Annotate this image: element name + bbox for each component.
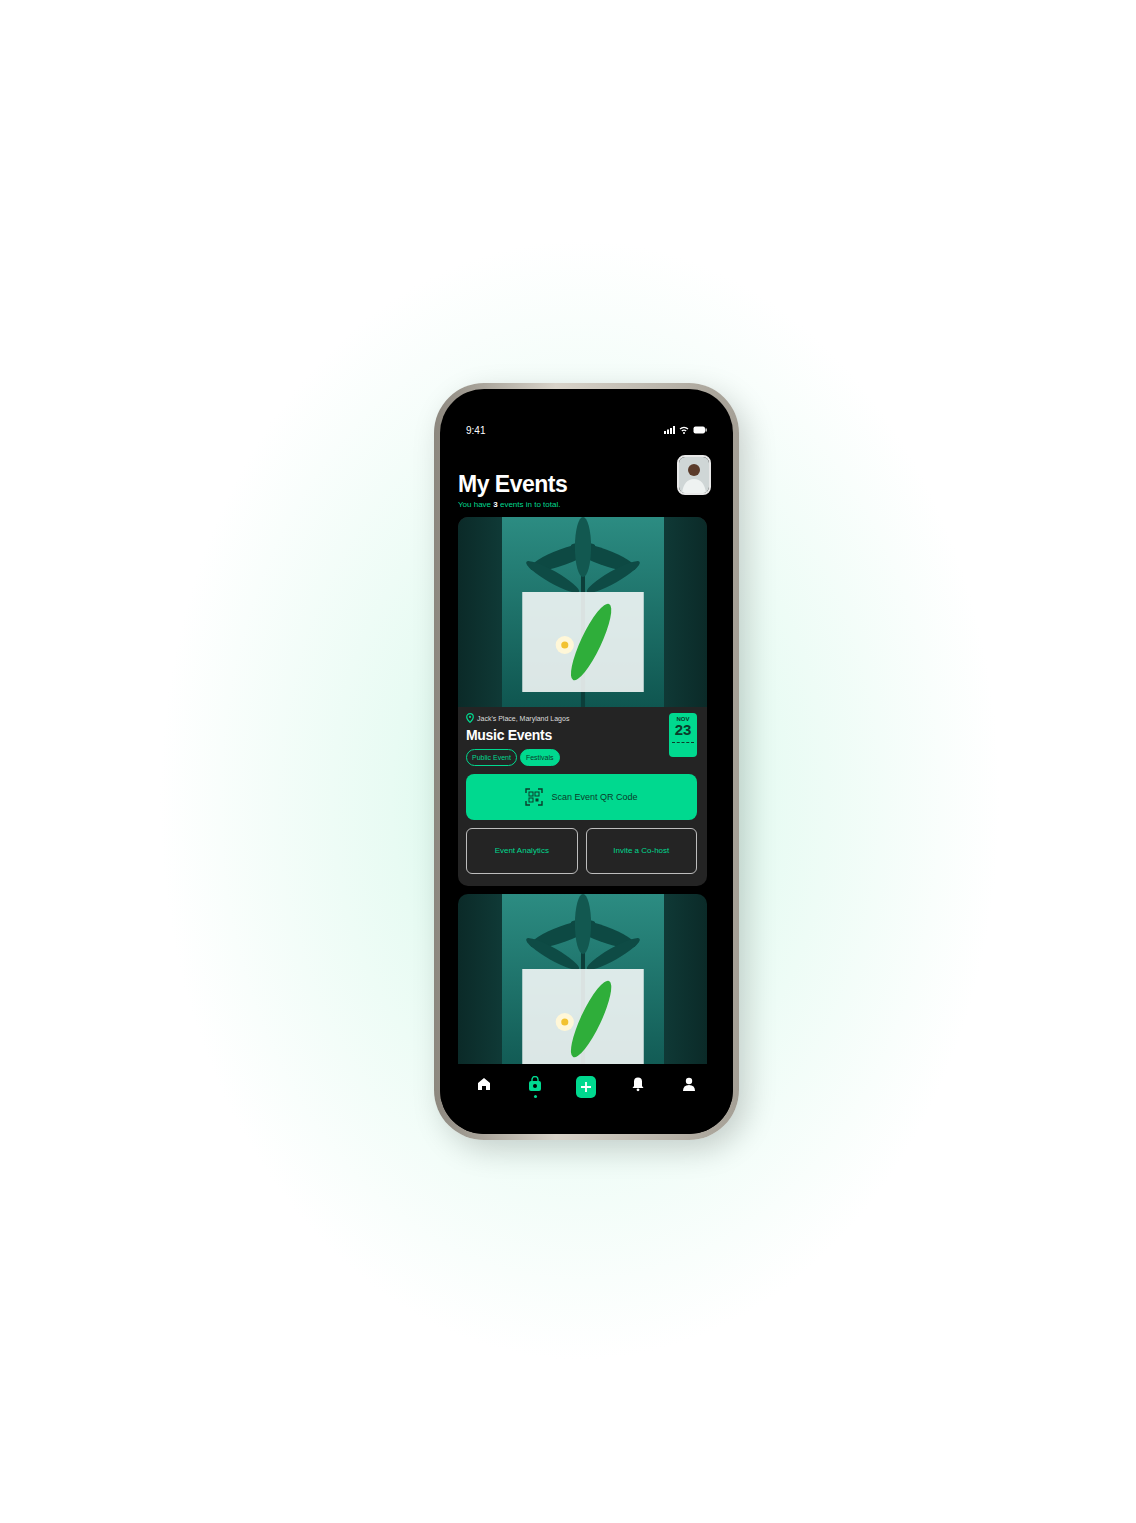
plus-icon (579, 1080, 593, 1094)
palm-icon (502, 894, 664, 1064)
phone-frame: 9:41 My Events You have 3 events in to tot… (434, 383, 739, 1140)
bottom-nav (440, 1064, 733, 1134)
nav-active-dot (482, 1095, 485, 1098)
palm-icon (502, 517, 664, 707)
nav-item[interactable] (677, 1076, 701, 1098)
signal-icon (664, 426, 675, 434)
scan-qr-button[interactable]: Scan Event QR Code (466, 774, 697, 820)
secondary-action-button[interactable]: Event Analytics (466, 828, 578, 874)
event-date-badge: NOV23 (669, 713, 697, 757)
event-card[interactable]: Jack's Place, Maryland Lagos Music Events… (458, 517, 707, 886)
nav-item[interactable] (574, 1076, 598, 1104)
event-list: Jack's Place, Maryland Lagos Music Events… (440, 517, 733, 1064)
nav-active-dot (534, 1095, 537, 1098)
poster-image (502, 894, 664, 1064)
nav-item[interactable] (626, 1076, 650, 1098)
scan-label: Scan Event QR Code (551, 792, 637, 802)
event-tag[interactable]: Festivals (520, 749, 560, 766)
battery-icon (693, 426, 707, 434)
event-poster (458, 517, 707, 707)
nav-active-dot (636, 1095, 639, 1098)
event-info: Jack's Place, Maryland Lagos Music Events… (458, 707, 707, 886)
poster-image (502, 517, 664, 707)
event-poster (458, 894, 707, 1064)
user-icon (681, 1076, 697, 1092)
person-photo-icon (679, 457, 709, 493)
avatar[interactable] (677, 455, 711, 495)
secondary-actions: Event AnalyticsInvite a Co-host (466, 828, 697, 874)
bell-icon (630, 1076, 646, 1092)
add-button (576, 1076, 596, 1098)
ticket-perforation (672, 742, 694, 743)
location-text: Jack's Place, Maryland Lagos (477, 715, 569, 722)
ticket-bag-icon (527, 1076, 543, 1092)
nav-item[interactable] (523, 1076, 547, 1098)
event-card[interactable] (458, 894, 707, 1064)
event-tags: Public EventFestivals (466, 749, 569, 766)
page: 9:41 My Events You have 3 events in to tot… (0, 0, 1136, 1523)
home-icon (476, 1076, 492, 1092)
wifi-icon (679, 426, 689, 434)
event-location: Jack's Place, Maryland Lagos (466, 713, 569, 723)
pin-icon (466, 713, 474, 723)
nav-active-dot (688, 1095, 691, 1098)
qr-icon (525, 788, 543, 806)
event-tag[interactable]: Public Event (466, 749, 517, 766)
status-bar: 9:41 (440, 389, 733, 437)
date-day: 23 (675, 722, 692, 739)
secondary-action-button[interactable]: Invite a Co-host (586, 828, 698, 874)
nav-item[interactable] (472, 1076, 496, 1098)
status-time: 9:41 (466, 425, 485, 436)
nav-active-dot (585, 1101, 588, 1104)
event-count-text: You have 3 events in to total. (458, 500, 567, 509)
header: My Events You have 3 events in to total. (440, 437, 733, 517)
event-title: Music Events (466, 727, 569, 743)
page-title: My Events (458, 471, 567, 498)
status-icons (664, 426, 707, 434)
event-info-top: Jack's Place, Maryland Lagos Music Events… (466, 713, 697, 766)
header-text: My Events You have 3 events in to total. (458, 455, 567, 509)
phone-screen: 9:41 My Events You have 3 events in to tot… (440, 389, 733, 1134)
event-details: Jack's Place, Maryland Lagos Music Events… (466, 713, 569, 766)
